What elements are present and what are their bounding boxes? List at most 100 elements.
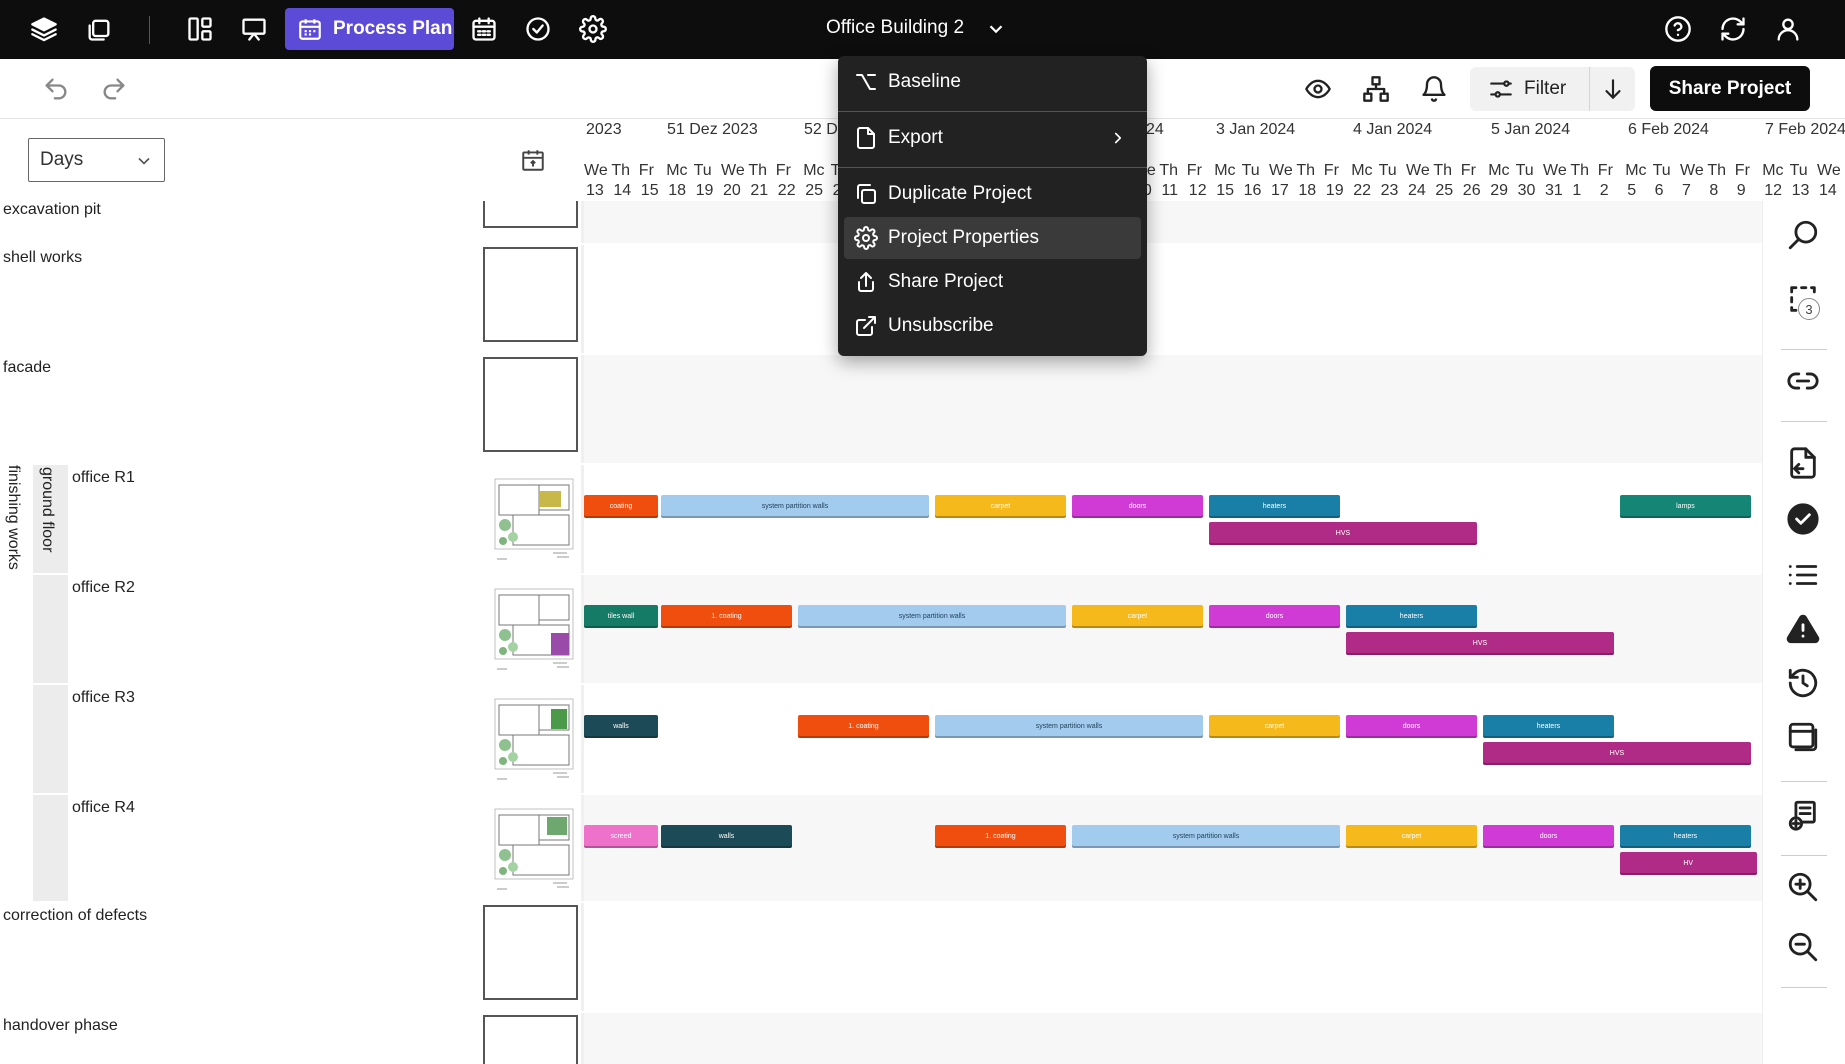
user-icon[interactable] [1769, 10, 1807, 48]
task-bar[interactable]: doors [1345, 715, 1478, 738]
task-bar[interactable]: system partition walls [797, 605, 1067, 628]
calendar-grid-icon[interactable] [465, 10, 503, 48]
task-label: heaters [1399, 613, 1424, 620]
project-title[interactable]: Office Building 2 [826, 17, 964, 39]
file-import-icon[interactable] [1783, 443, 1823, 483]
chevron-down-icon[interactable] [985, 18, 1007, 40]
window-icon[interactable] [1783, 717, 1823, 757]
task-bar[interactable]: 1. coating [660, 605, 793, 628]
task-bar[interactable]: heaters [1619, 825, 1752, 848]
task-bar[interactable]: carpet [934, 495, 1067, 518]
add-layer-icon[interactable] [1783, 795, 1823, 835]
history-icon[interactable] [1783, 663, 1823, 703]
row-thumbnail[interactable] [483, 1015, 578, 1064]
task-bar[interactable]: heaters [1345, 605, 1478, 628]
zoom-in-icon[interactable] [1783, 867, 1823, 907]
task-bar[interactable]: heaters [1208, 495, 1341, 518]
menu-item-duplicate-project[interactable]: Duplicate Project [844, 173, 1141, 215]
row-thumbnail[interactable] [483, 247, 578, 342]
check-circle-icon[interactable] [519, 10, 557, 48]
search-icon[interactable] [1783, 215, 1823, 255]
check-filled-icon[interactable] [1783, 499, 1823, 539]
floor-plan-thumbnail[interactable] [493, 475, 575, 563]
layers-icon[interactable] [25, 10, 63, 48]
row-timeline[interactable] [584, 355, 1762, 463]
undo-icon[interactable] [40, 73, 72, 105]
row-thumbnail[interactable] [483, 201, 578, 228]
floor-plan-thumbnail[interactable] [493, 585, 575, 673]
help-icon[interactable] [1659, 10, 1697, 48]
task-bar[interactable]: HVS [1345, 632, 1615, 655]
task-bar[interactable]: 1. coating [934, 825, 1067, 848]
filter-button[interactable]: Filter [1470, 67, 1590, 111]
row-timeline[interactable]: coating system partition walls carpet doors… [584, 465, 1762, 573]
share-project-button[interactable]: Share Project [1650, 66, 1810, 111]
task-bar[interactable]: tiles wall [584, 605, 658, 628]
task-bar[interactable]: heaters [1482, 715, 1615, 738]
sort-arrow-button[interactable] [1590, 76, 1635, 102]
menu-item-baseline[interactable]: Baseline [844, 61, 1141, 103]
project-menu: Baseline Export Duplicate Project Projec… [838, 56, 1147, 356]
warning-icon[interactable] [1783, 609, 1823, 649]
weekday-label: We [584, 162, 608, 179]
row-timeline[interactable] [584, 201, 1762, 243]
menu-item-export[interactable]: Export [844, 117, 1141, 159]
task-bar[interactable]: HVS [1208, 522, 1478, 545]
menu-item-project-properties[interactable]: Project Properties [844, 217, 1141, 259]
row-timeline[interactable] [584, 903, 1762, 1011]
row-label: excavation pit [3, 201, 101, 218]
row-thumbnail[interactable] [483, 905, 578, 1000]
list-icon[interactable] [1783, 555, 1823, 595]
floor-plan-thumbnail[interactable] [493, 805, 575, 893]
bell-icon[interactable] [1418, 73, 1450, 105]
day-number-label: 11 [1161, 182, 1178, 199]
menu-item-share-project[interactable]: Share Project [844, 261, 1141, 303]
calendar-today-icon[interactable] [520, 147, 548, 175]
task-bar[interactable]: walls [660, 825, 793, 848]
row-timeline[interactable] [584, 245, 1762, 353]
row-timeline[interactable] [584, 1013, 1762, 1064]
floor-plan-thumbnail[interactable] [493, 695, 575, 783]
task-bar[interactable]: doors [1208, 605, 1341, 628]
row-label: handover phase [3, 1017, 118, 1034]
row-thumbnail[interactable] [483, 357, 578, 452]
row-timeline[interactable]: screed walls 1. coating system partition wa… [584, 795, 1762, 901]
documents-icon[interactable] [80, 10, 118, 48]
task-bar[interactable]: doors [1482, 825, 1615, 848]
task-bar[interactable]: system partition walls [934, 715, 1204, 738]
sync-icon[interactable] [1714, 10, 1752, 48]
weekday-label: Fr [1186, 162, 1202, 179]
row-timeline[interactable]: walls 1. coating system partition walls car… [584, 685, 1762, 793]
sliders-icon [1490, 80, 1512, 98]
task-bar[interactable]: system partition walls [1071, 825, 1341, 848]
task-bar[interactable]: lamps [1619, 495, 1752, 518]
task-bar[interactable]: HV [1619, 852, 1757, 875]
presentation-icon[interactable] [235, 10, 273, 48]
process-plan-button[interactable]: Process Plan [285, 8, 454, 50]
task-bar[interactable]: walls [584, 715, 658, 738]
task-label: walls [718, 833, 735, 840]
dashboard-icon[interactable] [181, 10, 219, 48]
zoom-out-icon[interactable] [1783, 927, 1823, 967]
task-bar[interactable]: system partition walls [660, 495, 930, 518]
task-label: carpet [1401, 833, 1422, 840]
task-bar[interactable]: 1. coating [797, 715, 930, 738]
task-bar[interactable]: screed [584, 825, 658, 848]
row-timeline[interactable]: tiles wall 1. coating system partition wal… [584, 575, 1762, 683]
link-icon[interactable] [1783, 361, 1823, 401]
gear-icon[interactable] [574, 10, 612, 48]
weekday-label: Fr [1323, 162, 1339, 179]
task-bar[interactable]: HVS [1482, 742, 1752, 765]
task-bar[interactable]: coating [584, 495, 658, 518]
task-bar[interactable]: carpet [1071, 605, 1204, 628]
task-bar[interactable]: carpet [1208, 715, 1341, 738]
hierarchy-icon[interactable] [1360, 73, 1392, 105]
task-bar[interactable]: doors [1071, 495, 1204, 518]
redo-icon[interactable] [98, 73, 130, 105]
view-select[interactable]: Days [28, 138, 165, 182]
task-bar[interactable]: carpet [1345, 825, 1478, 848]
eye-icon[interactable] [1302, 73, 1334, 105]
task-label: system partition walls [898, 613, 966, 620]
task-label: doors [1539, 833, 1558, 840]
menu-item-unsubscribe[interactable]: Unsubscribe [844, 305, 1141, 347]
